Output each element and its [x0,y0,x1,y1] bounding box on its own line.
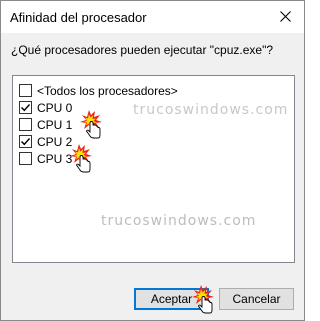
list-item-cpu0[interactable]: CPU 0 [19,99,72,116]
processor-affinity-dialog: Afinidad del procesador ¿Qué procesadore… [0,0,305,321]
watermark: trucoswindows.com [101,213,257,229]
close-icon [280,11,291,22]
checkmark-icon [21,104,31,112]
checkbox-cpu3[interactable] [19,152,32,165]
checkmark-icon [21,138,31,146]
watermark: trucoswindows.com [133,102,289,118]
list-item-all-processors[interactable]: <Todos los procesadores> [19,82,178,99]
click-burst-cursor-icon [192,285,214,314]
title-bar: Afinidad del procesador [1,1,304,33]
item-label: CPU 2 [37,134,73,149]
cancel-button[interactable]: Cancelar [219,288,294,310]
window-title: Afinidad del procesador [10,10,147,25]
list-item-cpu2[interactable]: CPU 2 [19,133,72,150]
list-item-cpu1[interactable]: CPU 1 [19,116,72,133]
click-burst-cursor-icon [70,144,92,173]
click-burst-cursor-icon [80,110,102,139]
item-label: CPU 1 [37,117,73,132]
checkbox-cpu1[interactable] [19,118,32,131]
checkbox-cpu0[interactable] [19,101,32,114]
item-label: <Todos los procesadores> [37,83,178,98]
prompt-text: ¿Qué procesadores pueden ejecutar "cpuz.… [11,43,274,57]
checkbox-cpu2[interactable] [19,135,32,148]
close-button[interactable] [270,3,300,30]
checkbox-all-processors[interactable] [19,84,32,97]
list-item-cpu3[interactable]: CPU 3 [19,150,72,167]
processor-list[interactable]: trucoswindows.com <Todos los procesadore… [12,75,295,263]
item-label: CPU 0 [37,100,73,115]
item-label: CPU 3 [37,151,73,166]
